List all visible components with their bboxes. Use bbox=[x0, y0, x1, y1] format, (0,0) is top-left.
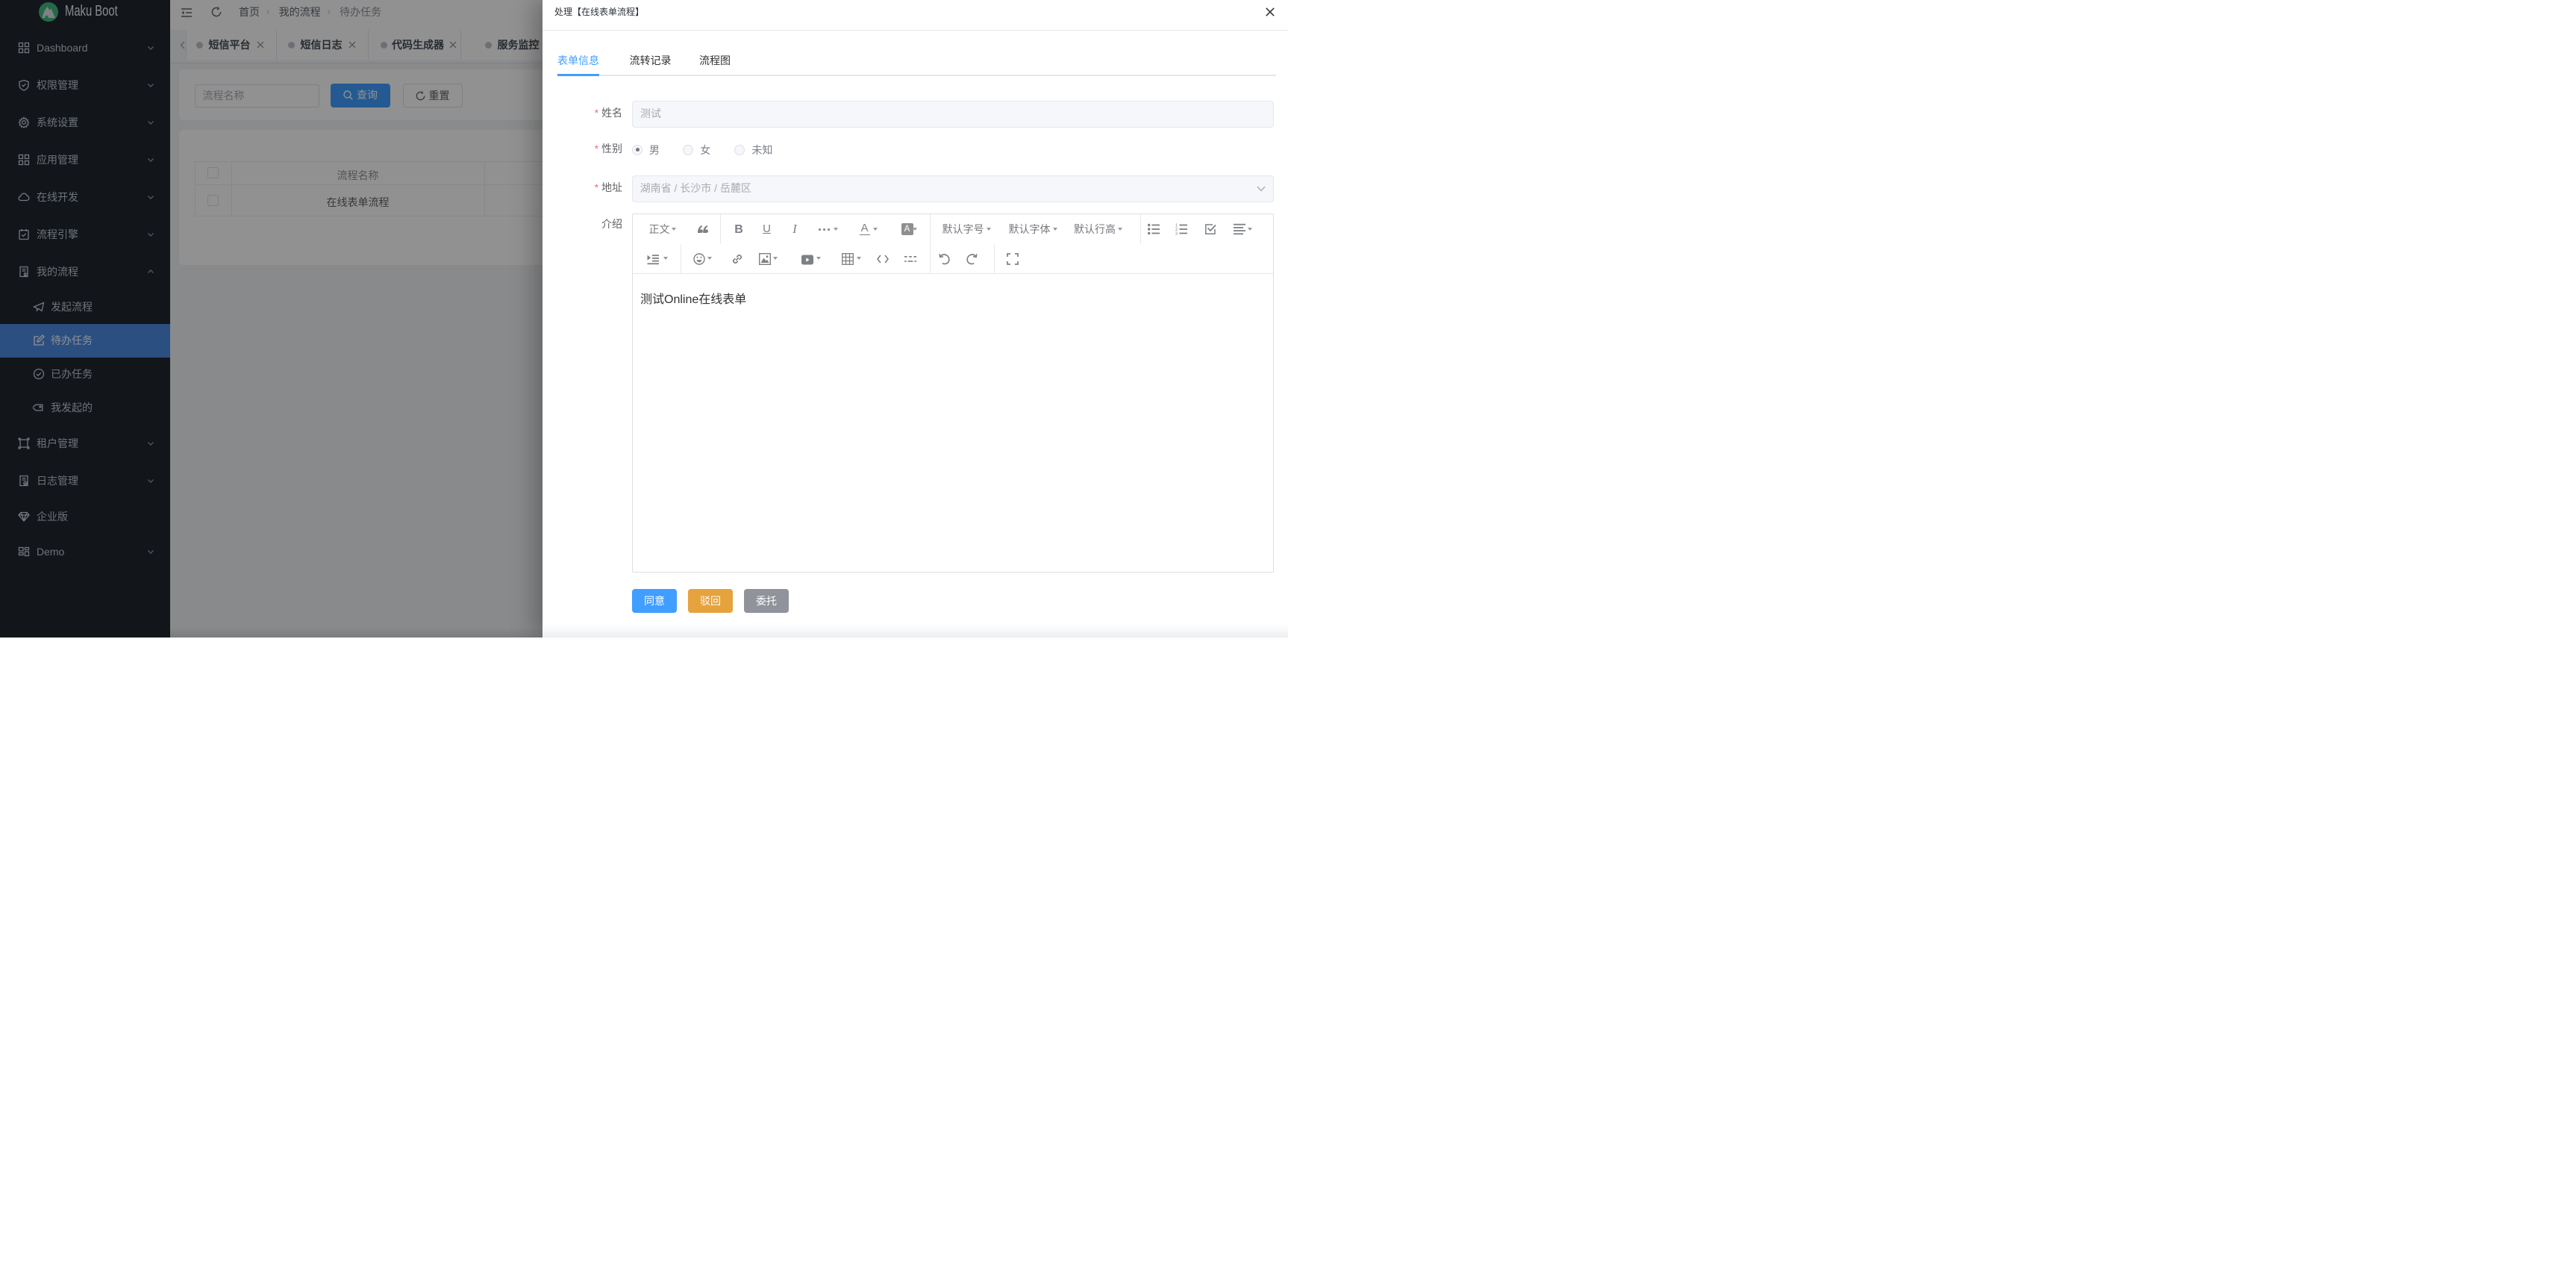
svg-text:3: 3 bbox=[1175, 232, 1178, 236]
